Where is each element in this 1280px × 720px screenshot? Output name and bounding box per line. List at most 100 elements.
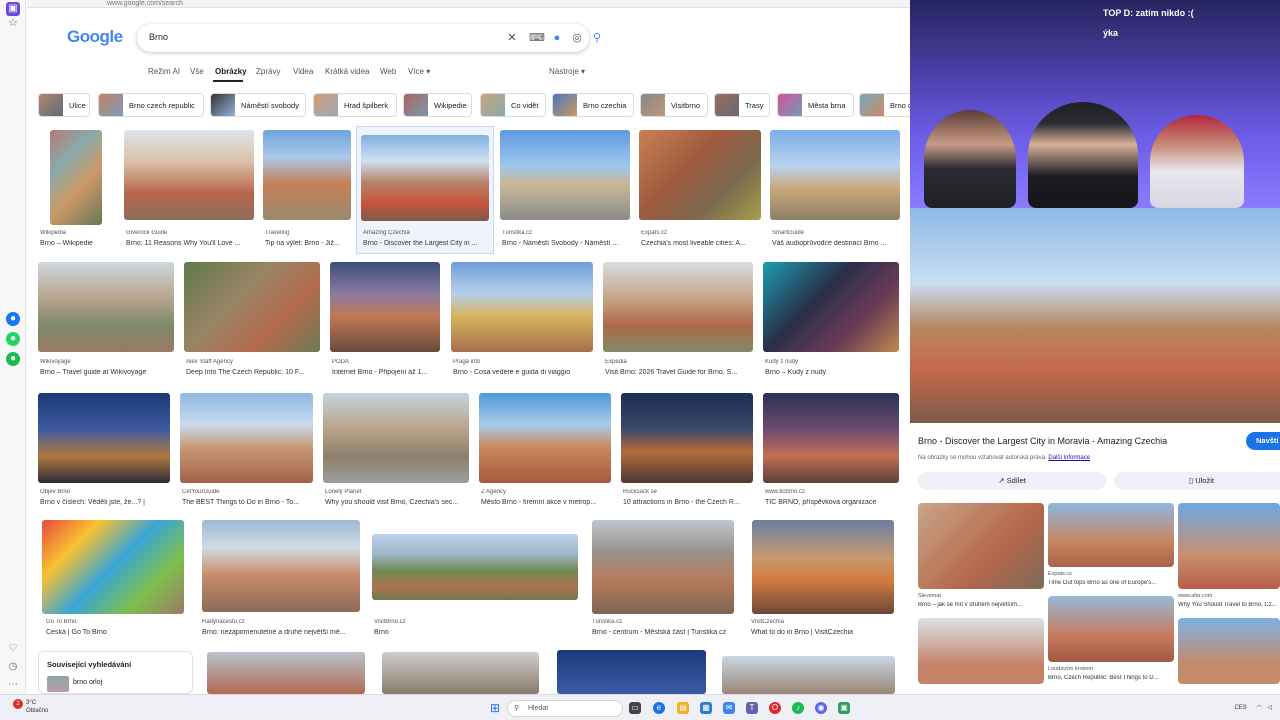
related-image[interactable]: www.afar.com Why You Should Travel to Br… xyxy=(1178,503,1280,613)
weather-widget[interactable]: 3°C Oblačno xyxy=(26,699,48,715)
tab-videos[interactable]: Videa xyxy=(293,67,313,76)
result-image xyxy=(38,393,170,483)
image-result[interactable]: www.ticbrno.cz TIC BRNO, příspěvková org… xyxy=(763,393,899,510)
teams-icon[interactable]: T xyxy=(746,702,758,714)
chip[interactable]: Wikipedie xyxy=(403,93,472,117)
image-result[interactable]: SmartGuide Váš audioprůvodce destinací B… xyxy=(770,130,900,250)
image-result[interactable]: VisitBrno.cz Brno xyxy=(372,520,578,640)
google-logo[interactable]: Google xyxy=(67,27,123,47)
related-item[interactable]: brno orloj xyxy=(47,676,102,692)
messenger-icon[interactable]: ● xyxy=(6,312,20,326)
keyboard-icon[interactable]: ⌨ xyxy=(529,31,545,45)
image-result[interactable]: Go To Brno Česká | Go To Brno xyxy=(38,520,184,640)
image-result[interactable]: Turistika.cz Brno - centrum - Městská čá… xyxy=(590,520,734,640)
tab-news[interactable]: Zprávy xyxy=(256,67,280,76)
chip[interactable]: Brno czech republic xyxy=(98,93,204,117)
result-image xyxy=(557,650,706,694)
image-result[interactable] xyxy=(557,650,706,694)
tab-web[interactable]: Web xyxy=(380,67,396,76)
image-result[interactable] xyxy=(207,652,365,694)
related-searches: Související vyhledávání brno orloj xyxy=(38,651,193,694)
task-view-icon[interactable]: ▭ xyxy=(629,702,641,714)
image-result[interactable]: PODA Internet Brno - Připojení až 1... xyxy=(330,262,440,380)
spotify-icon[interactable]: ● xyxy=(6,352,20,366)
system-tray[interactable]: CES ◠ ◁ xyxy=(1234,704,1272,711)
chip[interactable]: Visitbrno xyxy=(640,93,708,117)
more-info-link[interactable]: Další informace xyxy=(1048,455,1090,461)
file-explorer-icon[interactable]: ▤ xyxy=(677,702,689,714)
related-image[interactable] xyxy=(1178,618,1280,684)
chip[interactable]: Brno czechia xyxy=(552,93,634,117)
whatsapp-icon[interactable]: ● xyxy=(6,332,20,346)
search-input[interactable]: Brno xyxy=(149,32,168,42)
edge-icon[interactable]: e xyxy=(653,702,665,714)
chip[interactable]: Ulice xyxy=(38,93,90,117)
lens-icon[interactable]: ◎ xyxy=(570,31,584,45)
image-result[interactable]: Turistika.cz Brno - Náměstí Svobody - Ná… xyxy=(500,130,630,250)
windows-start-icon[interactable]: ⊞ xyxy=(489,702,501,714)
image-result[interactable]: Wikipedia Brno – Wikipedie xyxy=(38,130,118,250)
heart-icon[interactable]: ♡ xyxy=(6,642,20,656)
image-result[interactable]: Radynacestu.cz Brno: nezapomenutelné a d… xyxy=(198,520,360,640)
image-result[interactable] xyxy=(722,656,895,694)
chip[interactable]: Hrad špilberk xyxy=(313,93,397,117)
image-result[interactable]: Objev Brno Brno v číslech: Věděli jste, … xyxy=(38,393,170,510)
image-result[interactable]: Kudy z nudy Brno – Kudy z nudy xyxy=(763,262,899,380)
more-icon[interactable]: ⋯ xyxy=(6,678,20,692)
mail-icon[interactable]: ✉ xyxy=(723,702,735,714)
star-icon[interactable]: ☆ xyxy=(6,16,20,30)
image-result[interactable]: CetYourGuide The BEST Things to Do in Br… xyxy=(180,393,313,510)
url-bar[interactable]: www.google.com/search xyxy=(27,0,910,8)
chip[interactable]: Města brna xyxy=(777,93,854,117)
image-result[interactable]: Expats.cz Czechia's most liveable cities… xyxy=(639,130,761,250)
search-icon[interactable]: ⚲ xyxy=(590,31,604,45)
share-button[interactable]: ↗ Sdílet xyxy=(918,472,1106,490)
result-title: Město Brno - firemní akce v metrop... xyxy=(481,499,597,506)
preview-image[interactable] xyxy=(910,208,1280,423)
chip[interactable]: Brno c xyxy=(859,93,910,117)
history-icon[interactable]: ◷ xyxy=(6,660,20,674)
visit-button[interactable]: Navští xyxy=(1246,432,1280,450)
tab-more[interactable]: Více ▾ xyxy=(408,67,430,76)
chip[interactable]: Náměstí svobody xyxy=(210,93,306,117)
related-image[interactable] xyxy=(918,618,1044,684)
related-source: Expats.cz xyxy=(1048,571,1072,577)
result-image xyxy=(722,656,895,694)
image-result[interactable]: Z Agency Město Brno - firemní akce v met… xyxy=(479,393,611,510)
image-result[interactable]: Wikivoyage Brno – Travel guide at Wikivo… xyxy=(38,262,174,380)
mic-icon[interactable]: ● xyxy=(550,31,564,45)
save-button[interactable]: ▯ Uložit xyxy=(1114,472,1280,490)
tab-ai-mode[interactable]: Režim AI xyxy=(148,67,180,76)
notification-badge-icon[interactable]: 2 xyxy=(13,699,23,709)
image-result[interactable]: Lonely Planet Why you should visit Brno,… xyxy=(323,393,469,510)
image-result[interactable]: Praga info Brno - Cosa vedere e guida di… xyxy=(451,262,593,380)
image-result[interactable]: VisitCzechia What to do in Brno | VisitC… xyxy=(749,520,894,640)
image-result[interactable] xyxy=(382,652,539,694)
tab-images[interactable]: Obrázky xyxy=(215,67,247,76)
image-result[interactable]: Traveling Tip na výlet: Brno - Již... xyxy=(263,130,351,250)
taskbar-search[interactable]: ⚲ Hledat xyxy=(507,700,623,717)
tab-short-videos[interactable]: Krátká videa xyxy=(325,67,369,76)
preview-title[interactable]: Brno - Discover the Largest City in Mora… xyxy=(918,436,1167,446)
chip[interactable]: Co vidět xyxy=(480,93,546,117)
related-image[interactable]: Loudavým krokem Brno, Czech Republic: Be… xyxy=(1048,596,1174,690)
spotify-taskbar-icon[interactable]: ♪ xyxy=(792,702,804,714)
app-icon[interactable]: ▣ xyxy=(6,2,20,16)
related-title: Why You Should Travel to Brno, Cz... xyxy=(1178,602,1277,608)
app-green-icon[interactable]: ▣ xyxy=(838,702,850,714)
tools-button[interactable]: Nástroje ▾ xyxy=(549,67,585,76)
clear-icon[interactable]: ✕ xyxy=(505,31,519,45)
result-image xyxy=(180,393,313,483)
image-result[interactable]: Alex Staff Agency Deep Into The Czech Re… xyxy=(184,262,320,380)
chip[interactable]: Trasy xyxy=(714,93,770,117)
related-image[interactable]: Slevomat Brno – jak se mít v druhém nejv… xyxy=(918,503,1044,613)
image-result[interactable]: Rucksack se 10 attractions in Brno - the… xyxy=(621,393,753,510)
image-result[interactable]: Giverock Guide Brno: 11 Reasons Why You'… xyxy=(124,130,254,250)
opera-icon[interactable]: O xyxy=(769,702,781,714)
image-result-selected[interactable]: Amazing Czechia Brno - Discover the Larg… xyxy=(356,126,494,254)
search-box[interactable]: Brno ✕ ⌨ ● ◎ ⚲ xyxy=(137,24,601,52)
tab-all[interactable]: Vše xyxy=(190,67,204,76)
store-icon[interactable]: ▦ xyxy=(700,702,712,714)
image-result[interactable]: Expedia Visit Brno: 2026 Travel Guide fo… xyxy=(603,262,753,380)
discord-icon[interactable]: ◉ xyxy=(815,702,827,714)
